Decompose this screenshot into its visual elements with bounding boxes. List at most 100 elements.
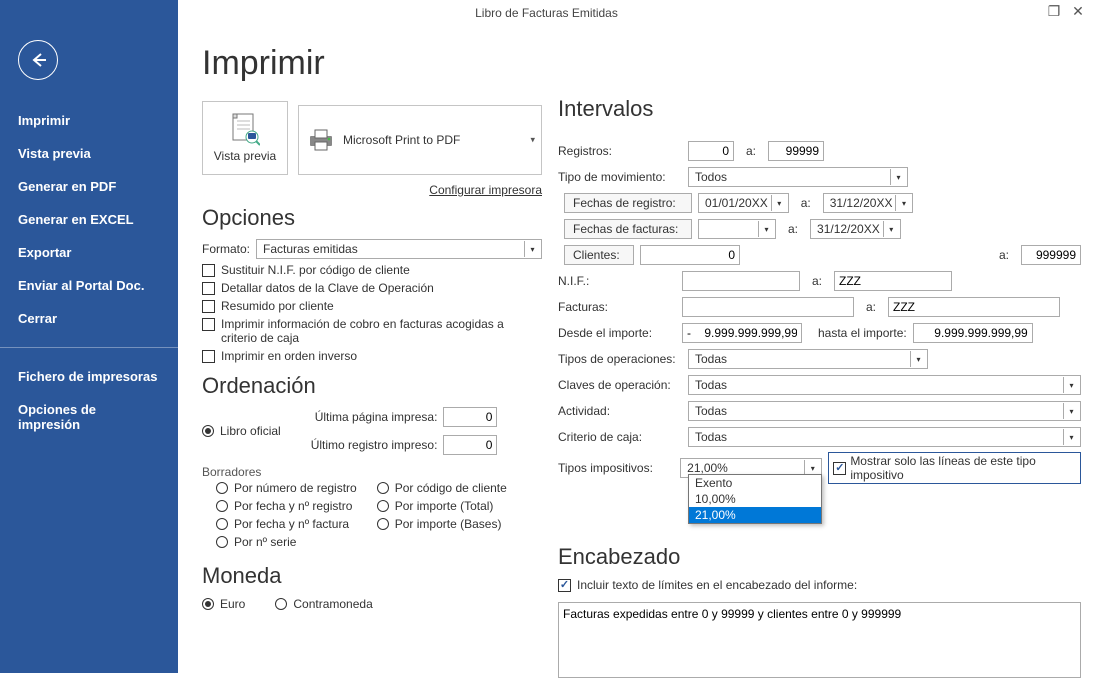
- radio-icon: [377, 500, 389, 512]
- radio-fecha-factura[interactable]: Por fecha y nº factura: [216, 517, 357, 531]
- registros-label: Registros:: [558, 144, 682, 158]
- radio-fecha-registro[interactable]: Por fecha y nº registro: [216, 499, 357, 513]
- radio-num-registro[interactable]: Por número de registro: [216, 481, 357, 495]
- chk-nif[interactable]: Sustituir N.I.F. por código de cliente: [202, 263, 542, 277]
- fechas-facturas-button[interactable]: Fechas de facturas:: [564, 219, 692, 239]
- radio-importe-bases[interactable]: Por importe (Bases): [377, 517, 507, 531]
- tipos-op-select[interactable]: Todas▾: [688, 349, 928, 369]
- clientes-from-input[interactable]: [640, 245, 740, 265]
- currency-heading: Moneda: [202, 563, 542, 589]
- tipo-mov-label: Tipo de movimiento:: [558, 170, 682, 184]
- a-label: a:: [866, 300, 876, 314]
- format-select[interactable]: Facturas emitidas ▾: [256, 239, 542, 259]
- fechas-registro-to[interactable]: 31/12/20XX▾: [823, 193, 914, 213]
- window-title: Libro de Facturas Emitidas: [475, 6, 618, 20]
- radio-euro[interactable]: Euro: [202, 597, 245, 611]
- claves-op-label: Claves de operación:: [558, 378, 682, 392]
- window-close-button[interactable]: ✕: [1071, 4, 1085, 18]
- sidebar-item-exportar[interactable]: Exportar: [0, 236, 178, 269]
- facturas-from-input[interactable]: [682, 297, 854, 317]
- chevron-down-icon: ▾: [890, 169, 906, 185]
- sidebar-item-excel[interactable]: Generar en EXCEL: [0, 203, 178, 236]
- criterio-caja-select[interactable]: Todas▾: [688, 427, 1081, 447]
- actividad-label: Actividad:: [558, 404, 682, 418]
- checkbox-icon: [202, 264, 215, 277]
- configure-printer-link[interactable]: Configurar impresora: [202, 183, 542, 197]
- last-page-input[interactable]: [443, 407, 497, 427]
- format-value: Facturas emitidas: [263, 242, 358, 256]
- chk-solo-lineas-tipo[interactable]: Mostrar solo las líneas de este tipo imp…: [828, 452, 1081, 484]
- chevron-down-icon: ▾: [883, 221, 899, 237]
- back-button[interactable]: [18, 40, 58, 80]
- preview-label: Vista previa: [214, 149, 276, 163]
- tipos-imp-option-10[interactable]: 10,00%: [689, 491, 821, 507]
- chk-orden-inverso[interactable]: Imprimir en orden inverso: [202, 349, 542, 363]
- claves-op-select[interactable]: Todas▾: [688, 375, 1081, 395]
- sidebar-item-vista-previa[interactable]: Vista previa: [0, 137, 178, 170]
- radio-contramoneda[interactable]: Contramoneda: [275, 597, 372, 611]
- radio-icon: [275, 598, 287, 610]
- tipos-imp-option-exento[interactable]: Exento: [689, 475, 821, 491]
- registros-from-input[interactable]: [688, 141, 734, 161]
- ordering-heading: Ordenación: [202, 373, 542, 399]
- radio-icon: [216, 518, 228, 530]
- printer-select[interactable]: Microsoft Print to PDF ▾: [298, 105, 542, 175]
- hasta-importe-label: hasta el importe:: [818, 326, 907, 340]
- radio-num-serie[interactable]: Por nº serie: [216, 535, 357, 549]
- chk-incluir-limites[interactable]: Incluir texto de límites en el encabezad…: [558, 578, 1081, 592]
- checkbox-icon: [833, 462, 846, 475]
- chk-cobro-caja[interactable]: Imprimir información de cobro en factura…: [202, 317, 542, 345]
- sidebar-item-pdf[interactable]: Generar en PDF: [0, 170, 178, 203]
- radio-codigo-cliente[interactable]: Por código de cliente: [377, 481, 507, 495]
- last-record-input[interactable]: [443, 435, 497, 455]
- chk-clave-op[interactable]: Detallar datos de la Clave de Operación: [202, 281, 542, 295]
- chevron-down-icon: ▾: [1063, 377, 1079, 393]
- clientes-to-input[interactable]: [1021, 245, 1081, 265]
- clientes-button[interactable]: Clientes:: [564, 245, 634, 265]
- nif-from-input[interactable]: [682, 271, 800, 291]
- nif-to-input[interactable]: [834, 271, 952, 291]
- radio-libro-oficial[interactable]: Libro oficial: [202, 424, 281, 438]
- checkbox-icon: [202, 282, 215, 295]
- sidebar-item-fichero-impresoras[interactable]: Fichero de impresoras: [0, 360, 178, 393]
- window-restore-button[interactable]: ❐: [1047, 4, 1061, 18]
- radio-icon: [377, 518, 389, 530]
- fechas-facturas-to[interactable]: 31/12/20XX▾: [810, 219, 901, 239]
- tipo-mov-select[interactable]: Todos▾: [688, 167, 908, 187]
- fechas-facturas-from[interactable]: ▾: [698, 219, 776, 239]
- sidebar-item-cerrar[interactable]: Cerrar: [0, 302, 178, 335]
- tipos-imp-option-21[interactable]: 21,00%: [689, 507, 821, 523]
- chk-resumido[interactable]: Resumido por cliente: [202, 299, 542, 313]
- arrow-left-icon: [28, 50, 48, 70]
- chevron-down-icon: ▾: [1063, 403, 1079, 419]
- chevron-down-icon: ▾: [895, 195, 911, 211]
- desde-importe-label: Desde el importe:: [558, 326, 676, 340]
- checkbox-icon: [202, 350, 215, 363]
- a-label: a:: [788, 222, 798, 236]
- radio-icon: [377, 482, 389, 494]
- facturas-to-input[interactable]: [888, 297, 1060, 317]
- sidebar-item-portal[interactable]: Enviar al Portal Doc.: [0, 269, 178, 302]
- preview-button[interactable]: Vista previa: [202, 101, 288, 175]
- radio-icon: [216, 536, 228, 548]
- header-text-area[interactable]: [558, 602, 1081, 678]
- sidebar-item-imprimir[interactable]: Imprimir: [0, 104, 178, 137]
- chevron-down-icon: ▾: [524, 241, 540, 257]
- tipos-imp-dropdown[interactable]: Exento 10,00% 21,00%: [688, 474, 822, 524]
- desde-importe-input[interactable]: [682, 323, 802, 343]
- fechas-registro-from[interactable]: 01/01/20XX▾: [698, 193, 789, 213]
- radio-icon: [202, 425, 214, 437]
- sidebar-item-opciones-impresion[interactable]: Opciones de impresión: [0, 393, 178, 441]
- radio-importe-total[interactable]: Por importe (Total): [377, 499, 507, 513]
- ranges-heading: Intervalos: [558, 96, 1081, 122]
- hasta-importe-input[interactable]: [913, 323, 1033, 343]
- chevron-down-icon: ▾: [530, 135, 535, 146]
- radio-icon: [216, 482, 228, 494]
- registros-to-input[interactable]: [768, 141, 824, 161]
- header-heading: Encabezado: [558, 544, 1081, 570]
- fechas-registro-button[interactable]: Fechas de registro:: [564, 193, 692, 213]
- a-label: a:: [812, 274, 822, 288]
- chevron-down-icon: ▾: [758, 221, 774, 237]
- actividad-select[interactable]: Todas▾: [688, 401, 1081, 421]
- a-label: a:: [999, 248, 1009, 262]
